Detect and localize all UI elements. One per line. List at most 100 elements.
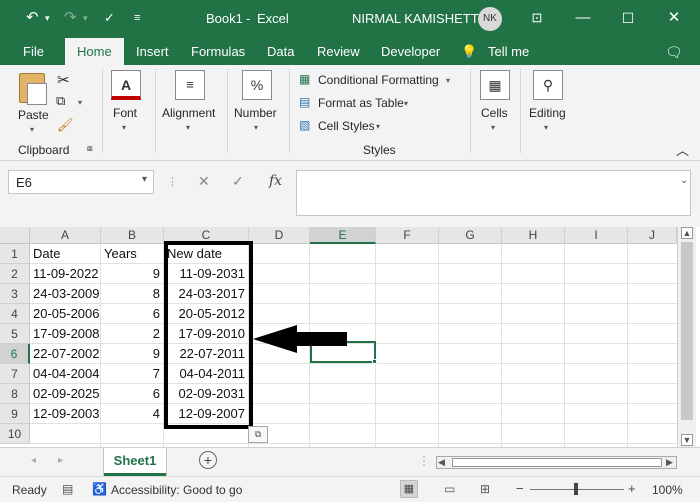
column-header-g[interactable]: G [439, 227, 502, 244]
normal-view-icon[interactable]: ▦ [400, 480, 418, 498]
copy-dropdown-icon[interactable]: ▾ [78, 98, 82, 107]
page-break-preview-icon[interactable]: ⊞ [480, 482, 490, 496]
column-header-h[interactable]: H [502, 227, 565, 244]
zoom-slider-thumb[interactable] [574, 483, 578, 495]
column-header-e[interactable]: E [310, 227, 376, 244]
cell-b8[interactable]: 6 [101, 384, 164, 404]
cell-b5[interactable]: 2 [101, 324, 164, 344]
tab-formulas[interactable]: Formulas [191, 44, 245, 59]
paste-options-icon[interactable]: ⧉ [248, 426, 268, 443]
customize-toolbar-icon[interactable]: ≡ [134, 12, 140, 24]
fill-handle[interactable] [372, 359, 377, 364]
column-header-d[interactable]: D [249, 227, 310, 244]
styles-group-label: Styles [363, 143, 396, 157]
cell-b1[interactable]: Years [101, 244, 164, 264]
format-painter-icon[interactable]: 🖌 [57, 117, 74, 133]
tab-file[interactable]: File [23, 44, 44, 59]
cell-a9[interactable]: 12-09-2003 [30, 404, 101, 424]
maximize-icon[interactable]: ☐ [615, 6, 641, 30]
vertical-scrollbar[interactable]: ▲ ▼ [677, 227, 696, 447]
zoom-in-icon[interactable]: + [628, 481, 636, 496]
select-all-corner[interactable] [0, 227, 30, 244]
row-header-7[interactable]: 7 [0, 364, 30, 384]
tab-home[interactable]: Home [65, 38, 124, 65]
row-header-1[interactable]: 1 [0, 244, 30, 264]
cut-icon[interactable]: ✂ [57, 71, 70, 89]
cell-b9[interactable]: 4 [101, 404, 164, 424]
font-label: Font [113, 106, 138, 120]
vertical-scroll-thumb[interactable] [681, 242, 693, 420]
cell-b6[interactable]: 9 [101, 344, 164, 364]
column-header-b[interactable]: B [101, 227, 164, 244]
sheet-tab-sheet1[interactable]: Sheet1 [104, 448, 166, 476]
cell-a1[interactable]: Date [30, 244, 101, 264]
cell-b4[interactable]: 6 [101, 304, 164, 324]
column-header-j[interactable]: J [628, 227, 677, 244]
cell-b7[interactable]: 7 [101, 364, 164, 384]
ribbon-divider [102, 69, 103, 153]
tab-review[interactable]: Review [317, 44, 360, 59]
close-icon[interactable]: ✕ [661, 6, 687, 30]
undo-icon[interactable]: ↶ [26, 8, 39, 26]
column-header-f[interactable]: F [376, 227, 439, 244]
column-header-i[interactable]: I [565, 227, 628, 244]
cell-a3[interactable]: 24-03-2009 [30, 284, 101, 304]
formula-input[interactable] [296, 170, 691, 216]
row-header-2[interactable]: 2 [0, 264, 30, 284]
avatar[interactable]: NK [478, 7, 502, 31]
row-header-3[interactable]: 3 [0, 284, 30, 304]
minimize-icon[interactable]: — [570, 6, 596, 30]
column-header-a[interactable]: A [30, 227, 101, 244]
name-box[interactable]: E6 ▾ [8, 170, 154, 194]
scroll-up-icon[interactable]: ▲ [681, 227, 693, 239]
name-box-dropdown-icon[interactable]: ▾ [142, 174, 147, 185]
redo-icon[interactable]: ↷ [64, 8, 77, 26]
cell-a7[interactable]: 04-04-2004 [30, 364, 101, 384]
scroll-right-icon[interactable]: ▶ [666, 457, 673, 468]
spelling-icon[interactable]: ✓ [104, 10, 115, 26]
row-header-5[interactable]: 5 [0, 324, 30, 344]
copy-icon[interactable]: ⧉ [56, 93, 65, 109]
scroll-sheets-right-icon[interactable]: ▸ [58, 455, 63, 466]
macro-record-icon[interactable]: ▤ [62, 482, 73, 496]
cell-a5[interactable]: 17-09-2008 [30, 324, 101, 344]
collapse-ribbon-icon[interactable]: ︿ [676, 140, 689, 159]
alignment-dropdown-icon: ▾ [186, 123, 191, 132]
row-header-8[interactable]: 8 [0, 384, 30, 404]
undo-dropdown-icon[interactable]: ▾ [45, 13, 50, 24]
row-header-10[interactable]: 10 [0, 424, 30, 444]
cell-b2[interactable]: 9 [101, 264, 164, 284]
insert-function-icon[interactable]: fx [269, 173, 282, 189]
zoom-out-icon[interactable]: − [516, 481, 524, 496]
tab-splitter-icon[interactable]: ⋮ [418, 454, 430, 468]
tab-developer[interactable]: Developer [381, 44, 440, 59]
tell-me-search[interactable]: Tell me [488, 44, 529, 59]
cell-a6[interactable]: 22-07-2002 [30, 344, 101, 364]
comments-icon[interactable]: 🗨 [665, 44, 683, 61]
scroll-sheets-left-icon[interactable]: ◂ [31, 455, 36, 466]
enter-icon[interactable]: ✓ [232, 173, 244, 190]
user-name[interactable]: NIRMAL KAMISHETTY [352, 11, 487, 26]
zoom-level[interactable]: 100% [652, 483, 683, 497]
cell-a8[interactable]: 02-09-2025 [30, 384, 101, 404]
accessibility-status[interactable]: Accessibility: Good to go [111, 483, 242, 497]
row-header-9[interactable]: 9 [0, 404, 30, 424]
expand-formula-bar-icon[interactable]: ⌄ [680, 175, 688, 186]
row-header-4[interactable]: 4 [0, 304, 30, 324]
ribbon-display-options-icon[interactable]: ⊡ [524, 6, 550, 30]
horizontal-scroll-thumb[interactable] [452, 458, 662, 467]
cell-a2[interactable]: 11-09-2022 [30, 264, 101, 284]
row-header-6[interactable]: 6 [0, 344, 30, 364]
tab-data[interactable]: Data [267, 44, 294, 59]
cancel-icon[interactable]: ✕ [198, 173, 210, 190]
page-layout-view-icon[interactable]: ▭ [444, 482, 455, 496]
add-sheet-icon[interactable]: + [199, 451, 217, 469]
scroll-down-icon[interactable]: ▼ [681, 434, 693, 446]
cell-b3[interactable]: 8 [101, 284, 164, 304]
scroll-left-icon[interactable]: ◀ [438, 457, 445, 468]
redo-dropdown-icon[interactable]: ▾ [83, 13, 88, 24]
tab-insert[interactable]: Insert [136, 44, 169, 59]
dialog-launcher-icon[interactable]: ⧈ [87, 143, 93, 154]
cell-a4[interactable]: 20-05-2006 [30, 304, 101, 324]
horizontal-scrollbar[interactable]: ◀ ▶ [436, 456, 677, 469]
